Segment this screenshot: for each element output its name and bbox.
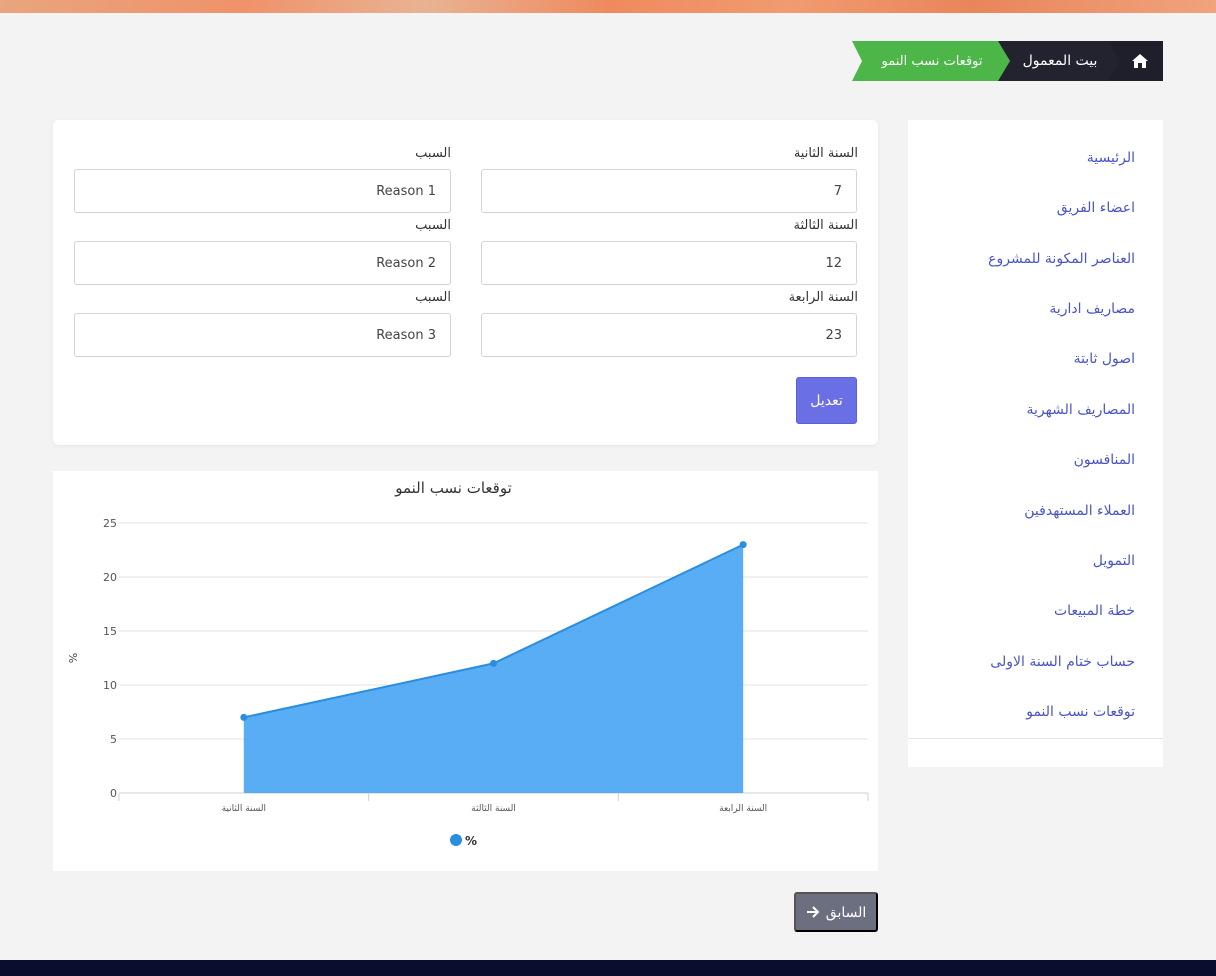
- edit-button[interactable]: تعديل: [796, 377, 857, 424]
- chart-y-tick-label: 0: [110, 787, 117, 800]
- breadcrumb-parent-link[interactable]: بيت المعمول: [998, 41, 1122, 81]
- chart-point: [490, 659, 497, 667]
- sidebar-item-7[interactable]: المنافسون: [1074, 452, 1135, 468]
- year-4-label: السنة الرابعة: [788, 290, 858, 305]
- sidebar-item-3[interactable]: العناصر المكونة للمشروع: [988, 251, 1135, 267]
- growth-area-chart: توقعات نسب النمو% 0 5 10 15 20 25 السنة الثانية…: [67, 479, 869, 848]
- year-4-input[interactable]: 23: [481, 313, 857, 357]
- year-3-label: السنة الثالثة: [793, 218, 858, 233]
- chart-legend-label: %: [465, 834, 477, 848]
- sidebar: الرئيسية اعضاء الفريق العناصر المكونة للمش…: [908, 120, 1163, 767]
- chart-y-tick-label: 10: [103, 679, 117, 692]
- sidebar-item-10[interactable]: خطة المبيعات: [1054, 603, 1135, 619]
- sidebar-item-5[interactable]: اصول ثابتة: [1074, 351, 1135, 367]
- chart-area: [243, 544, 744, 793]
- sidebar-item-6[interactable]: المصاريف الشهرية: [1027, 402, 1135, 418]
- chart-y-tick-label: 15: [103, 625, 117, 638]
- chart-y-axis-label: %: [67, 653, 80, 663]
- home-icon: [1131, 54, 1148, 68]
- sidebar-item-11[interactable]: حساب ختام السنة الاولى: [990, 654, 1135, 670]
- sidebar-item-4[interactable]: مصاريف ادارية: [1049, 301, 1135, 317]
- chart-point: [739, 541, 747, 549]
- hero-banner-strip: [0, 0, 1216, 13]
- year-3-input[interactable]: 12: [481, 241, 857, 285]
- sidebar-item-1[interactable]: الرئيسية: [1087, 150, 1135, 166]
- sidebar-item-9[interactable]: التمويل: [1093, 553, 1135, 569]
- sidebar-item-12[interactable]: توقعات نسب النمو: [1026, 704, 1135, 720]
- chart-y-tick-label: 25: [103, 517, 117, 530]
- sidebar-divider: [908, 738, 1163, 739]
- growth-form-card: السنة الثانية 7 السبب Reason 1 السنة الث…: [53, 120, 878, 445]
- breadcrumb-current: توقعات نسب النمو: [852, 41, 1012, 81]
- breadcrumb-current-label: توقعات نسب النمو: [881, 53, 983, 69]
- year-2-input[interactable]: 7: [481, 169, 857, 213]
- year-2-label: السنة الثانية: [793, 146, 858, 161]
- chart-legend-marker: [450, 834, 462, 846]
- reason-2-input[interactable]: Reason 2: [74, 241, 451, 285]
- footer-bar: [0, 960, 1216, 976]
- chart-x-tick-label: السنة الثالثة: [471, 804, 516, 814]
- reason-1-label: السبب: [415, 146, 451, 161]
- chart-title: توقعات نسب النمو: [394, 479, 512, 497]
- reason-1-input[interactable]: Reason 1: [74, 169, 451, 213]
- chart-point: [240, 713, 248, 721]
- sidebar-item-2[interactable]: اعضاء الفريق: [1057, 200, 1135, 216]
- chart-y-tick-label: 20: [103, 571, 117, 584]
- chart-y-tick-label: 5: [110, 733, 117, 746]
- breadcrumb-parent-label: بيت المعمول: [1022, 53, 1098, 69]
- chart-x-tick-label: السنة الثانية: [222, 804, 266, 814]
- sidebar-item-8[interactable]: العملاء المستهدفين: [1024, 503, 1135, 519]
- arrow-right-icon: [806, 906, 820, 918]
- growth-chart-card: توقعات نسب النمو% 0 5 10 15 20 25 السنة الثانية…: [53, 471, 878, 871]
- reason-2-label: السبب: [415, 218, 451, 233]
- reason-3-input[interactable]: Reason 3: [74, 313, 451, 357]
- reason-3-label: السبب: [415, 290, 451, 305]
- previous-button[interactable]: السابق: [794, 892, 878, 932]
- chart-x-tick-label: السنة الرابعة: [719, 804, 767, 814]
- previous-button-label: السابق: [825, 903, 867, 920]
